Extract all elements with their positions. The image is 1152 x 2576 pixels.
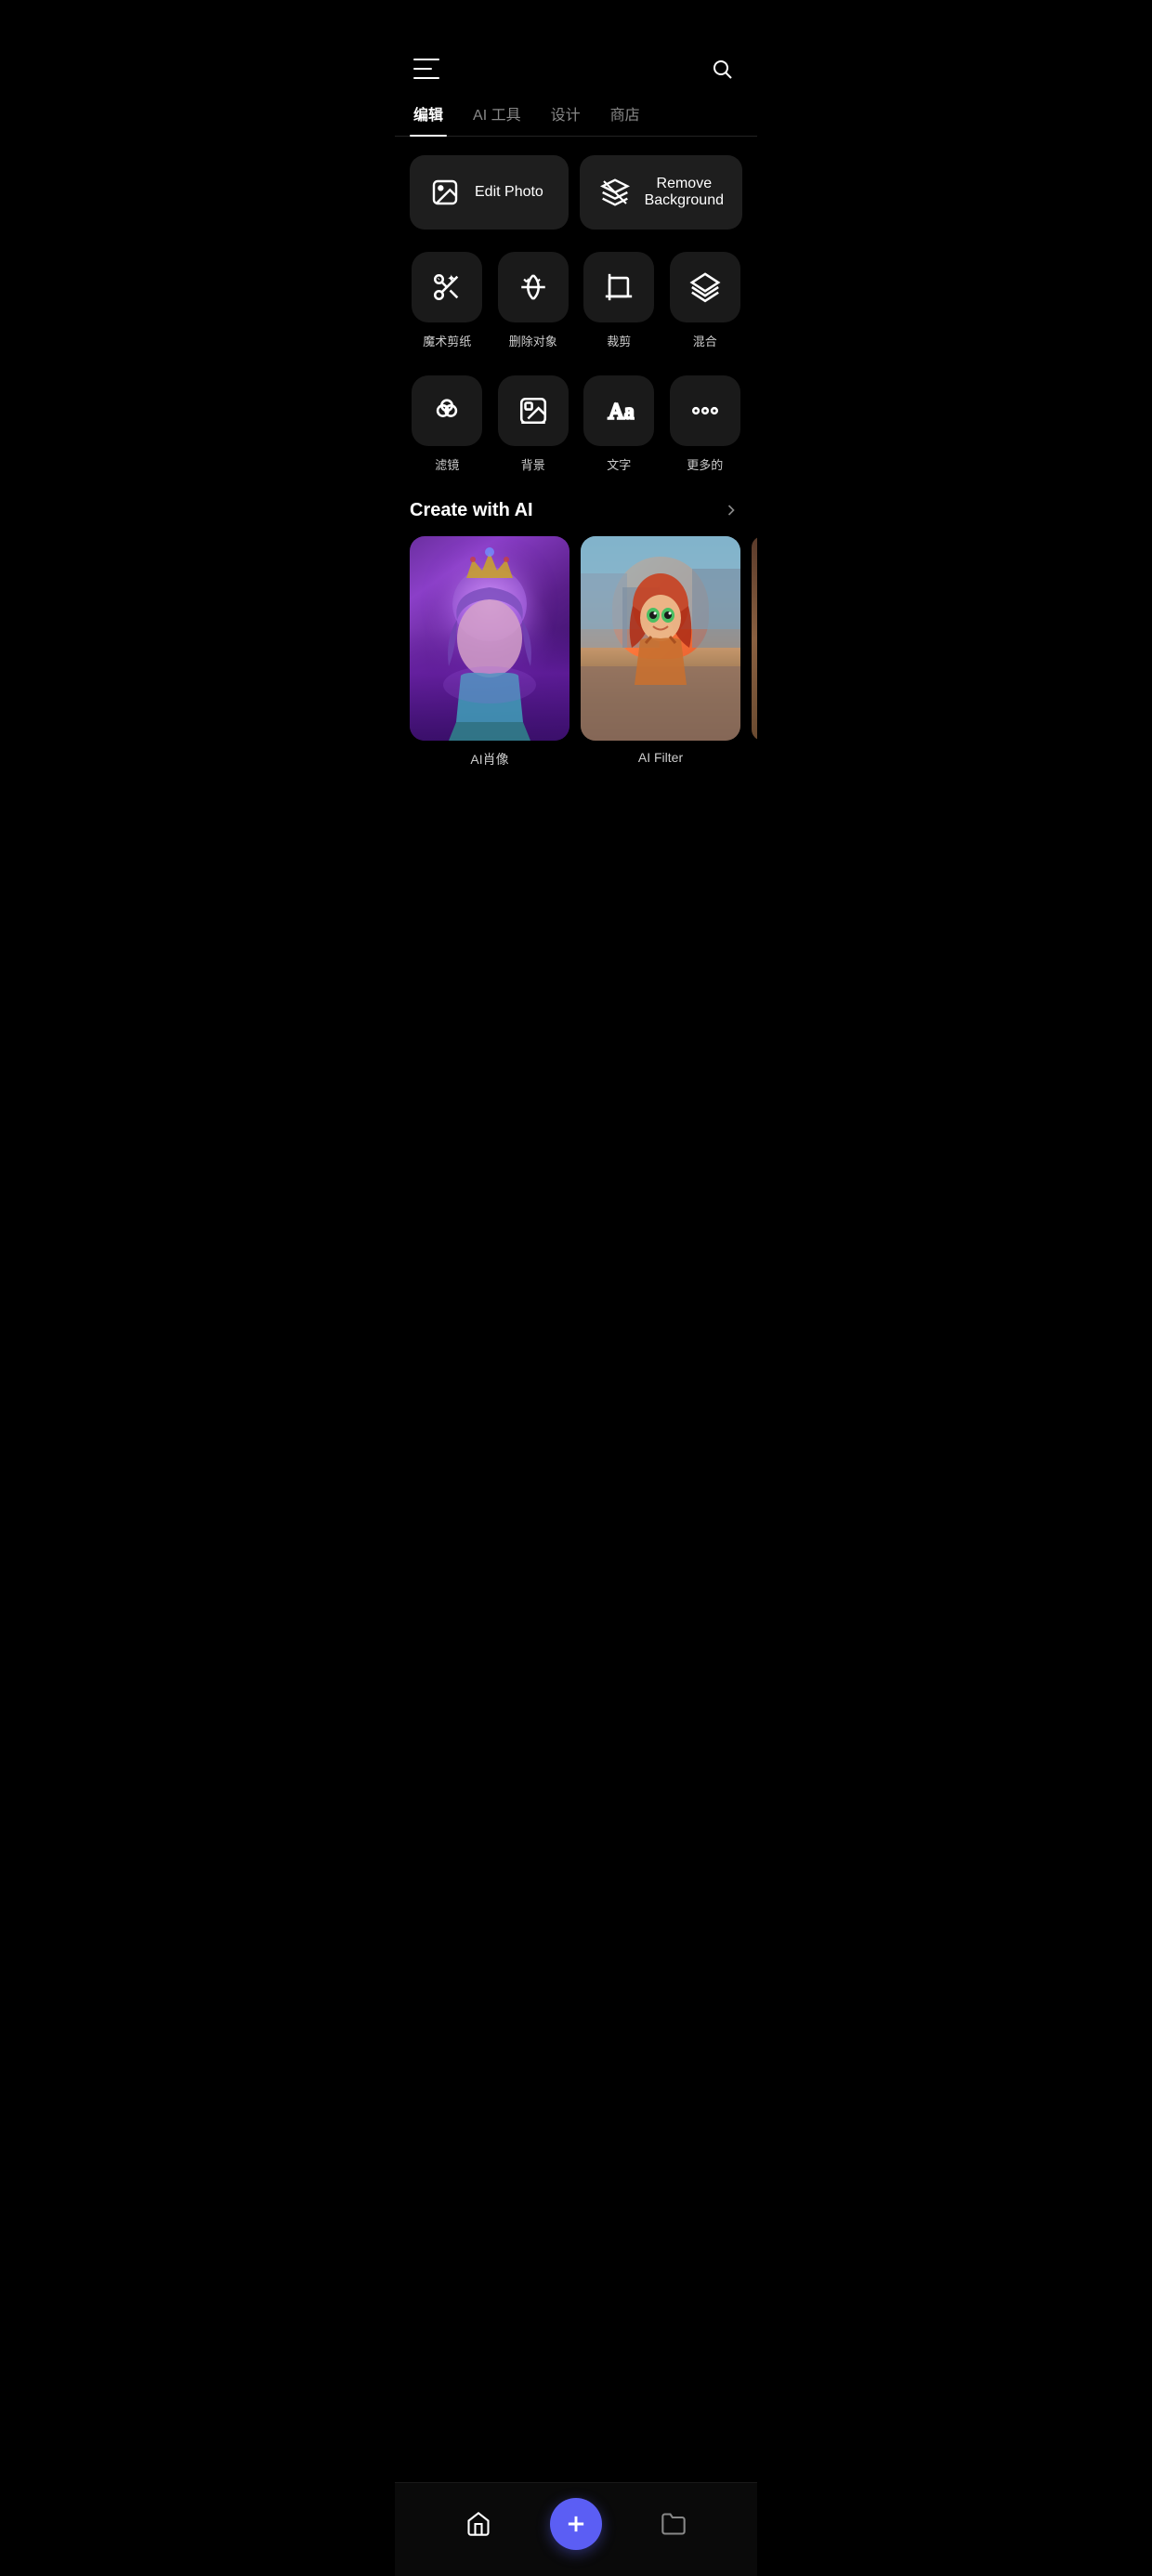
text-label: 文字 bbox=[607, 455, 631, 473]
svg-text:✦: ✦ bbox=[447, 273, 456, 284]
status-bar bbox=[395, 0, 757, 41]
files-nav-button[interactable] bbox=[651, 2502, 696, 2546]
tool-crop[interactable]: 裁剪 bbox=[582, 252, 657, 349]
remove-bg-button[interactable]: Remove Background bbox=[580, 155, 742, 230]
filter-icon bbox=[412, 375, 482, 446]
tab-shop[interactable]: 商店 bbox=[607, 93, 644, 136]
ai-section-title: Create with AI bbox=[410, 500, 533, 521]
top-navigation bbox=[395, 41, 757, 93]
tool-remove-object[interactable]: ✦ 删除对象 bbox=[496, 252, 571, 349]
eraser-icon: ✦ bbox=[498, 252, 569, 322]
tab-ai-tools[interactable]: AI 工具 bbox=[469, 93, 525, 136]
more-icon bbox=[670, 375, 740, 446]
layers-icon bbox=[670, 252, 740, 322]
svg-text:Aa: Aa bbox=[609, 401, 635, 425]
blend-label: 混合 bbox=[693, 332, 717, 349]
tool-grid-row2: 滤镜 背景 Aa 文字 bbox=[395, 375, 757, 499]
ai-card-partial-image bbox=[752, 536, 757, 741]
ai-portrait-label: AI肖像 bbox=[470, 750, 508, 769]
tool-grid-row1: ✦ 魔术剪纸 ✦ 删除对象 bbox=[395, 252, 757, 375]
ai-filter-card[interactable]: AI Filter bbox=[581, 536, 740, 769]
search-button[interactable] bbox=[705, 52, 739, 85]
remove-bg-icon bbox=[598, 176, 632, 209]
more-label: 更多的 bbox=[687, 455, 723, 473]
tab-design[interactable]: 设计 bbox=[547, 93, 584, 136]
edit-photo-label: Edit Photo bbox=[475, 184, 543, 201]
remove-object-label: 删除对象 bbox=[509, 332, 557, 349]
background-label: 背景 bbox=[521, 455, 545, 473]
tool-background[interactable]: 背景 bbox=[496, 375, 571, 473]
edit-photo-button[interactable]: Edit Photo bbox=[410, 155, 569, 230]
ai-filter-label: AI Filter bbox=[638, 750, 683, 765]
ai-card-partial[interactable] bbox=[752, 536, 757, 769]
add-nav-button[interactable] bbox=[550, 2498, 602, 2550]
text-icon: Aa bbox=[583, 375, 654, 446]
tool-blend[interactable]: 混合 bbox=[668, 252, 743, 349]
tool-text[interactable]: Aa 文字 bbox=[582, 375, 657, 473]
ai-section-header: Create with AI bbox=[395, 499, 757, 536]
tool-filter[interactable]: 滤镜 bbox=[410, 375, 485, 473]
ai-portrait-card[interactable]: AI肖像 bbox=[410, 536, 569, 769]
crop-label: 裁剪 bbox=[607, 332, 631, 349]
menu-button[interactable] bbox=[413, 59, 439, 79]
tab-bar: 编辑 AI 工具 设计 商店 bbox=[395, 93, 757, 137]
bottom-navigation bbox=[395, 2482, 757, 2576]
ai-gallery: AI肖像 bbox=[395, 536, 757, 769]
tab-edit[interactable]: 编辑 bbox=[410, 93, 447, 136]
ai-filter-image bbox=[581, 536, 740, 741]
svg-text:✦: ✦ bbox=[524, 277, 531, 287]
home-nav-button[interactable] bbox=[456, 2502, 501, 2546]
scissors-icon: ✦ bbox=[412, 252, 482, 322]
photo-icon bbox=[428, 176, 462, 209]
tool-magic-cut[interactable]: ✦ 魔术剪纸 bbox=[410, 252, 485, 349]
ai-section-arrow[interactable] bbox=[720, 499, 742, 521]
background-icon bbox=[498, 375, 569, 446]
remove-bg-label: Remove Background bbox=[645, 176, 724, 209]
filter-label: 滤镜 bbox=[435, 455, 459, 473]
crop-icon bbox=[583, 252, 654, 322]
ai-portrait-image bbox=[410, 536, 569, 741]
magic-cut-label: 魔术剪纸 bbox=[423, 332, 471, 349]
tool-more[interactable]: 更多的 bbox=[668, 375, 743, 473]
quick-actions: Edit Photo Remove Background bbox=[395, 155, 757, 252]
